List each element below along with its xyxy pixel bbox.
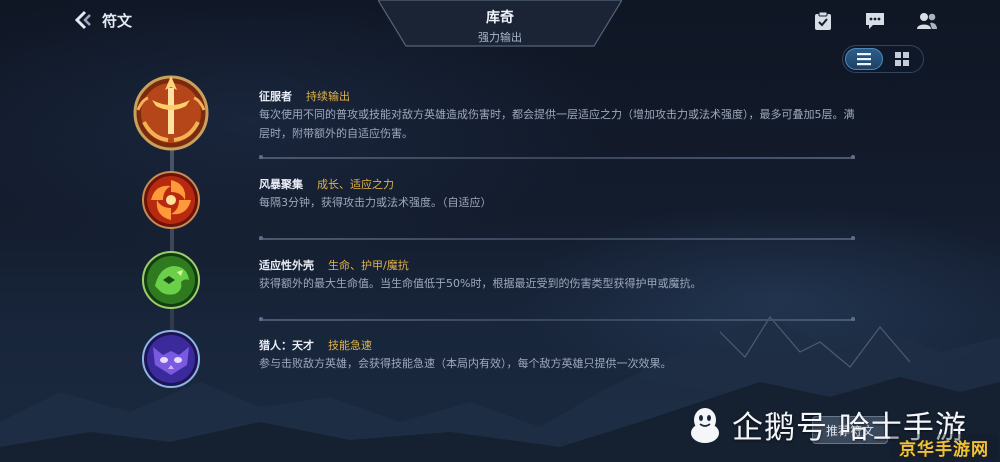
rune-tag: 技能急速 xyxy=(328,339,372,352)
divider xyxy=(259,155,855,159)
adaptive-shell-icon[interactable] xyxy=(141,250,201,310)
divider xyxy=(259,236,855,240)
rune-row-conqueror: 征服者 持续输出 每次使用不同的普攻或技能对敌方英雄造成伤害时，都会提供一层适应… xyxy=(259,88,855,143)
top-toolbar xyxy=(812,10,938,32)
rune-name: 征服者 xyxy=(259,90,292,103)
rune-description: 每隔3分钟，获得攻击力或法术强度。（自适应） xyxy=(259,196,492,209)
rune-tag: 生命、护甲/魔抗 xyxy=(328,259,409,272)
rune-row-adaptive-shell: 适应性外壳 生命、护甲/魔抗 获得额外的最大生命值。当生命值低于50%时，根据最… xyxy=(259,257,855,293)
rune-name: 猎人：天才 xyxy=(259,339,314,352)
divider xyxy=(259,317,855,321)
hero-role: 强力输出 xyxy=(478,31,522,44)
list-view-button[interactable] xyxy=(845,48,883,70)
back-button[interactable]: 符文 xyxy=(72,8,132,32)
back-label: 符文 xyxy=(102,11,133,30)
rune-name: 风暴聚集 xyxy=(259,178,303,191)
rune-name: 适应性外壳 xyxy=(259,259,314,272)
side-watermark xyxy=(3,200,9,260)
hero-title-tab: 库奇 强力输出 xyxy=(378,0,622,48)
rune-description: 每次使用不同的普攻或技能对敌方英雄造成伤害时，都会提供一层适应之力（增加攻击力或… xyxy=(259,108,855,140)
list-view-icon xyxy=(857,53,871,66)
rune-tag: 成长、适应之力 xyxy=(317,178,394,191)
gathering-storm-icon[interactable] xyxy=(141,170,201,230)
corner-watermark: 京华手游网 xyxy=(890,434,998,460)
rune-row-gathering-storm: 风暴聚集 成长、适应之力 每隔3分钟，获得攻击力或法术强度。（自适应） xyxy=(259,176,855,212)
rune-description: 参与击败敌方英雄，会获得技能急速（本局内有效），每个敌方英雄只提供一次效果。 xyxy=(259,357,672,370)
grid-view-icon xyxy=(895,52,909,66)
hero-name: 库奇 xyxy=(486,10,514,26)
view-toggle xyxy=(842,45,924,73)
conqueror-icon[interactable] xyxy=(130,70,212,152)
chat-icon[interactable] xyxy=(864,10,886,32)
grid-view-button[interactable] xyxy=(883,48,921,70)
rune-description: 获得额外的最大生命值。当生命值低于50%时，根据最近受到的伤害类型获得护甲或魔抗… xyxy=(259,277,702,290)
rune-row-ultimate-hunter: 猎人：天才 技能急速 参与击败敌方英雄，会获得技能急速（本局内有效），每个敌方英… xyxy=(259,337,855,373)
penguin-logo-icon xyxy=(691,407,719,443)
chevron-left-icon xyxy=(74,10,91,30)
friends-icon[interactable] xyxy=(916,10,938,32)
ultimate-hunter-icon[interactable] xyxy=(141,329,201,389)
rune-tag: 持续输出 xyxy=(306,90,350,103)
clipboard-check-icon[interactable] xyxy=(812,10,834,32)
